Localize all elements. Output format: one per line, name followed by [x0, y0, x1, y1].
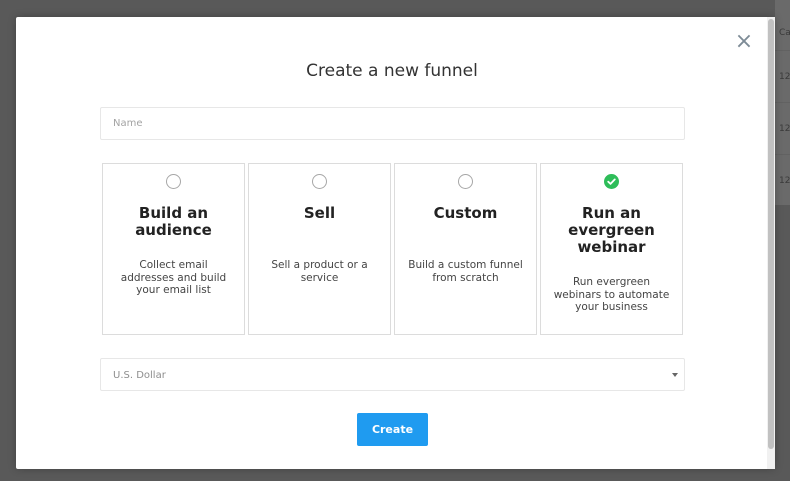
- option-description-line: webinars to automate: [553, 288, 670, 301]
- option-sell[interactable]: Sell Sell a product or a service: [248, 163, 391, 335]
- option-title-line: audience: [135, 221, 212, 239]
- option-title-line: Run an: [582, 204, 641, 222]
- background-divider: [775, 154, 790, 155]
- option-title-line: Custom: [433, 204, 498, 222]
- option-description: Build a custom funnel from scratch: [401, 259, 530, 284]
- background-divider: [775, 50, 790, 51]
- option-description: Collect email addresses and build your e…: [109, 259, 238, 297]
- background-table-cell: Ca: [779, 28, 790, 38]
- radio-unchecked-icon[interactable]: [166, 174, 181, 189]
- option-description-line: your email list: [136, 284, 211, 296]
- option-title-line: webinar: [577, 238, 646, 256]
- option-description-line: Build a custom funnel: [408, 259, 523, 271]
- background-divider: [775, 102, 790, 103]
- background-table-cell: 12: [779, 72, 790, 82]
- currency-select[interactable]: U.S. Dollar: [100, 358, 685, 391]
- scrollbar-thumb[interactable]: [768, 19, 774, 449]
- option-description-line: addresses and build: [120, 271, 227, 284]
- option-title: Run an evergreen webinar: [549, 205, 674, 256]
- option-description-line: service: [300, 271, 339, 284]
- background-table-cell: 12: [779, 124, 790, 134]
- option-description: Run evergreen webinars to automate your …: [547, 276, 676, 314]
- option-title-line: Build an: [138, 204, 209, 222]
- background-table-cell: 12: [779, 176, 790, 186]
- create-funnel-modal: × Create a new funnel Build an audience …: [16, 17, 775, 469]
- option-title-line: evergreen: [568, 221, 655, 239]
- radio-unchecked-icon[interactable]: [312, 174, 327, 189]
- funnel-type-options: Build an audience Collect email addresse…: [102, 163, 686, 335]
- option-description-line: from scratch: [432, 271, 499, 284]
- option-evergreen-webinar[interactable]: Run an evergreen webinar Run evergreen w…: [540, 163, 683, 335]
- close-icon: ×: [734, 29, 754, 54]
- radio-unchecked-icon[interactable]: [458, 174, 473, 189]
- funnel-name-input[interactable]: [100, 107, 685, 140]
- option-description-line: your business: [575, 301, 648, 313]
- option-custom[interactable]: Custom Build a custom funnel from scratc…: [394, 163, 537, 335]
- option-description-line: Collect email: [139, 259, 208, 271]
- modal-title: Create a new funnel: [306, 61, 478, 81]
- option-title: Sell: [257, 205, 382, 222]
- check-icon[interactable]: [604, 174, 619, 189]
- option-title: Custom: [403, 205, 528, 222]
- currency-selected-value: U.S. Dollar: [113, 370, 166, 381]
- chevron-down-icon: [672, 373, 678, 377]
- option-description-line: Sell a product or a: [271, 259, 368, 271]
- option-build-audience[interactable]: Build an audience Collect email addresse…: [102, 163, 245, 335]
- create-button[interactable]: Create: [357, 413, 428, 446]
- option-title: Build an audience: [111, 205, 236, 239]
- option-title-line: Sell: [303, 204, 336, 222]
- close-button[interactable]: ×: [733, 31, 755, 53]
- option-description-line: Run evergreen: [572, 276, 651, 288]
- option-description: Sell a product or a service: [255, 259, 384, 284]
